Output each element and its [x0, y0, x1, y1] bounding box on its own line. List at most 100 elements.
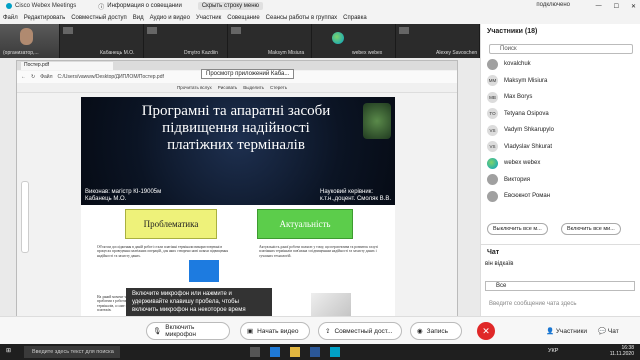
video-tile[interactable]: Alexey Savoschenko: [396, 24, 480, 58]
taskbar-search-input[interactable]: Введите здесь текст для поиска: [24, 346, 120, 358]
avatar: VS: [487, 124, 498, 136]
refresh-icon[interactable]: ↻: [31, 74, 35, 80]
info-icon: ⓘ: [98, 4, 105, 11]
menu-meeting[interactable]: Совещание: [227, 15, 259, 21]
language-indicator[interactable]: УКР: [548, 348, 558, 354]
chat-message: він відкаїв: [485, 261, 514, 267]
participant-face: [20, 28, 33, 45]
start-video-button[interactable]: ▣ Начать видео: [240, 322, 310, 340]
share-icon: ⇪: [325, 328, 331, 335]
participants-header[interactable]: Участники (18): [487, 28, 537, 35]
video-tile[interactable]: Maksym Misiura: [228, 24, 312, 58]
taskbar: ⊞ Введите здесь текст для поиска УКР 16:…: [0, 344, 640, 360]
record-button[interactable]: ◉ Запись: [410, 322, 462, 340]
poster-header: Програмні та апаратні засоби підвищення …: [81, 97, 395, 205]
avatar: [487, 190, 498, 202]
chat-input[interactable]: Введите сообщение чата здесь: [489, 301, 577, 307]
video-tile[interactable]: Кабанець М.О.: [60, 24, 144, 58]
share-button[interactable]: ⇪ Совместный дост...: [318, 322, 402, 340]
menu-breakout[interactable]: Сеансы работы в группах: [266, 15, 338, 21]
end-call-button[interactable]: ✕: [477, 322, 495, 340]
participant-row[interactable]: Евсюкнот Роман: [481, 188, 640, 205]
poster-title: Програмні та апаратні засоби підвищення …: [141, 103, 331, 153]
erase-button[interactable]: Стереть: [270, 85, 287, 90]
participant-row[interactable]: kovalchuk: [481, 56, 640, 73]
menu-share[interactable]: Совместный доступ: [71, 15, 127, 21]
participants-button[interactable]: 👤 Участники: [546, 327, 587, 335]
explorer-icon[interactable]: [290, 347, 300, 357]
avatar: [487, 58, 498, 70]
participant-row[interactable]: MM Maksym Misiura: [481, 73, 640, 90]
video-tile[interactable]: webex webex: [312, 24, 396, 58]
unmute-all-button[interactable]: Включить все ми...: [561, 223, 621, 235]
menu-edit[interactable]: Редактировать: [24, 15, 65, 21]
file-label: Файл: [40, 74, 53, 80]
avatar: TO: [487, 108, 498, 120]
mute-all-button[interactable]: Выключить все м...: [487, 223, 548, 235]
windows-start-icon[interactable]: ⊞: [6, 347, 11, 354]
relevance-text: Актуальність даної роботи полягає у тому…: [259, 245, 378, 258]
participant-row[interactable]: webex webex: [481, 155, 640, 172]
chat-button[interactable]: 💬 Чат: [598, 327, 619, 335]
webex-logo-icon: [6, 3, 12, 9]
menu-bar: Файл Редактировать Совместный доступ Вид…: [0, 12, 640, 24]
menu-participant[interactable]: Участник: [196, 15, 221, 21]
chat-panel: Чат він відкаїв Все Введите сообщение ча…: [481, 244, 640, 316]
record-icon: ◉: [417, 328, 423, 335]
avatar: [487, 157, 498, 169]
camera-off-icon: [63, 27, 73, 34]
avatar: MM: [487, 75, 498, 87]
highlight-button[interactable]: Выделить: [243, 85, 264, 90]
share-tooltip: Просмотр приложений Каба...: [201, 69, 295, 79]
poster-supervisor: Науковий керівник: к.т.н.,доцент. Смоляк…: [319, 189, 391, 202]
task-view-icon[interactable]: [250, 347, 260, 357]
draw-button[interactable]: Рисовать: [218, 85, 237, 90]
title-bar: Cisco Webex Meetings ⓘ Информация о сове…: [0, 0, 640, 12]
back-icon[interactable]: ←: [21, 74, 26, 80]
menu-help[interactable]: Справка: [343, 15, 367, 21]
side-tool-strip[interactable]: [21, 181, 29, 253]
meeting-info-button[interactable]: ⓘ Информация о совещании: [98, 2, 182, 11]
windows-logo-image: [189, 260, 219, 282]
menu-view[interactable]: Вид: [133, 15, 144, 21]
edge-icon[interactable]: [270, 347, 280, 357]
participant-row[interactable]: VS Vladyslav Shkurat: [481, 139, 640, 156]
participant-search-input[interactable]: Поиск: [489, 44, 633, 54]
camera-off-icon: [231, 27, 241, 34]
tab-poster[interactable]: Постер.pdf: [21, 62, 113, 70]
participant-list: kovalchuk MM Maksym Misiura MB Max Borys T…: [481, 56, 640, 205]
video-tile[interactable]: (организатор,...: [0, 24, 60, 58]
webex-app-icon[interactable]: [330, 347, 340, 357]
minimize-icon[interactable]: —: [596, 3, 602, 9]
menu-audio-video[interactable]: Аудио и видео: [150, 15, 190, 21]
poster-author: Виконав: магістр КІ-19005м Кабанець М.О.: [85, 189, 162, 202]
pdf-toolbar: Прочитать вслух Рисовать Выделить Стерет…: [17, 83, 457, 93]
connection-status: подключено: [536, 2, 570, 8]
menu-file[interactable]: Файл: [3, 15, 18, 21]
taskbar-apps: [250, 347, 340, 357]
close-icon[interactable]: ✕: [631, 3, 636, 10]
university-emblem-icon: [363, 103, 391, 139]
participant-row[interactable]: Виктория: [481, 172, 640, 189]
video-tile[interactable]: Dmytro Kazdiin: [144, 24, 228, 58]
file-path: C:/Users/vawww/Desktop/ДИПЛОМ/Постер.pdf: [57, 74, 164, 80]
camera-icon: ▣: [247, 328, 254, 335]
participant-row[interactable]: VS Vadym Shkarupylo: [481, 122, 640, 139]
relevance-heading: Актуальність: [257, 209, 353, 239]
chat-recipient-select[interactable]: Все: [485, 281, 635, 291]
unmute-button[interactable]: 🎙 Включить микрофон: [146, 322, 230, 340]
chat-icon: 💬: [598, 328, 608, 335]
maximize-icon[interactable]: ☐: [614, 3, 619, 10]
webex-avatar-icon: [332, 32, 344, 44]
system-clock[interactable]: 16:38 11.11.2020: [610, 345, 634, 357]
chat-header[interactable]: Чат: [487, 249, 499, 256]
read-aloud-button[interactable]: Прочитать вслух: [177, 85, 212, 90]
right-panel: Участники (18) Поиск kovalchuk MM Maksym …: [480, 24, 640, 316]
meeting-controls: 🎙 Включить микрофон ▣ Начать видео ⇪ Сов…: [0, 316, 640, 344]
hide-menu-bar-button[interactable]: Скрыть строку меню: [197, 2, 264, 10]
participant-row[interactable]: TO Tetyana Osipova: [481, 106, 640, 123]
microphone-icon: 🎙: [153, 328, 162, 335]
camera-off-icon: [399, 27, 409, 34]
participant-row[interactable]: MB Max Borys: [481, 89, 640, 106]
word-icon[interactable]: [310, 347, 320, 357]
